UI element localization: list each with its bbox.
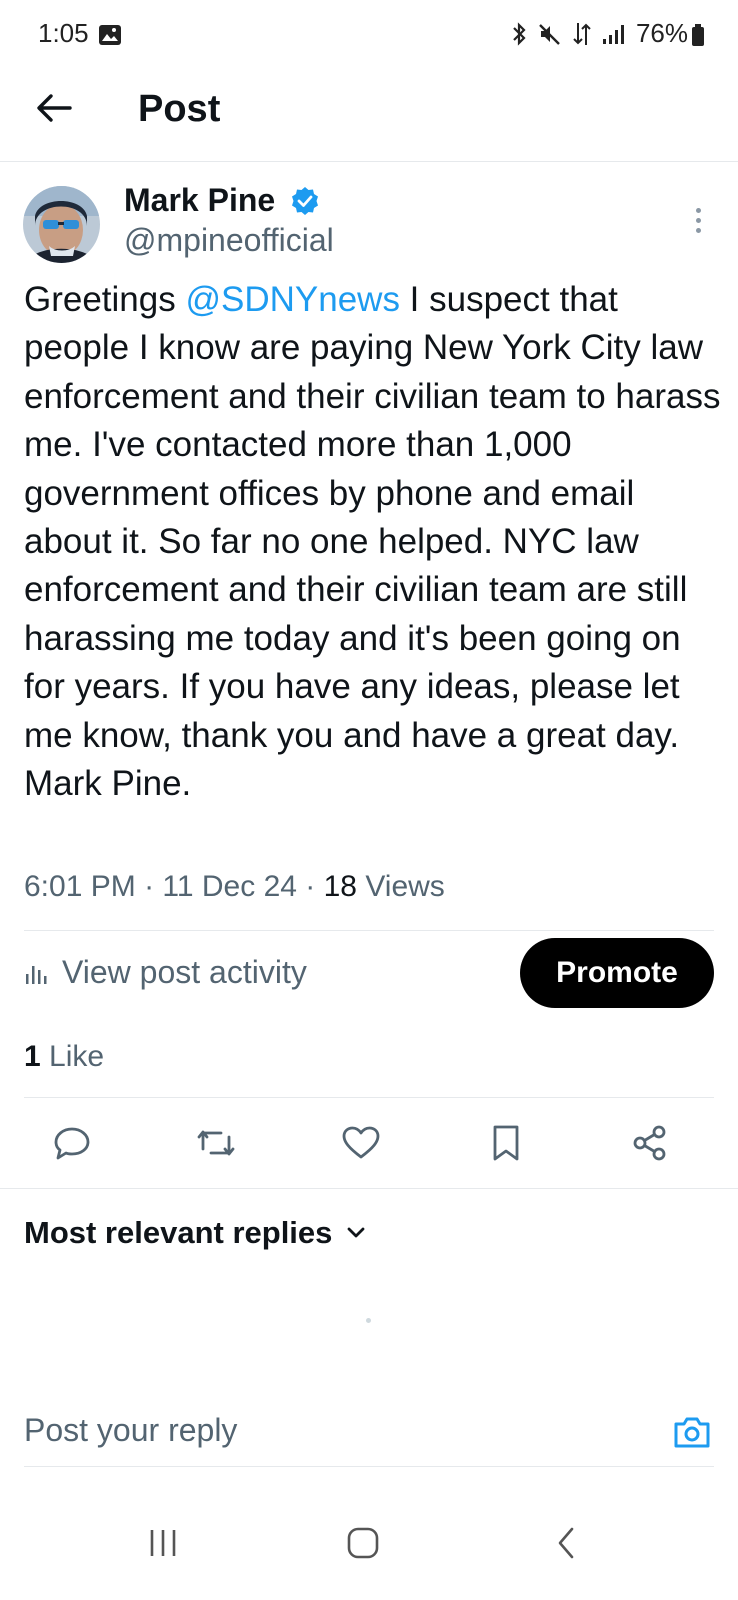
page-title: Post (138, 88, 221, 130)
replies-sort-label: Most relevant replies (24, 1215, 333, 1250)
bookmark-button[interactable] (482, 1119, 530, 1167)
views-count: 18 (323, 870, 357, 903)
bookmark-icon (493, 1125, 519, 1161)
avatar[interactable] (23, 186, 100, 263)
mention-link[interactable]: @SDNYnews (185, 280, 399, 319)
recent-apps-button[interactable] (138, 1518, 188, 1568)
activity-row: View post activity Promote (24, 938, 714, 1008)
views-label: Views (365, 870, 445, 903)
reply-button[interactable] (48, 1119, 96, 1167)
divider (24, 1466, 714, 1467)
back-button[interactable] (34, 88, 74, 128)
chevron-down-icon (348, 1227, 365, 1238)
loading-indicator (366, 1318, 371, 1323)
author-name[interactable]: Mark Pine (124, 182, 275, 219)
home-icon (347, 1527, 379, 1559)
reply-input[interactable] (24, 1412, 624, 1449)
camera-icon (674, 1417, 710, 1448)
verified-badge-icon (290, 186, 320, 216)
more-dots-icon (695, 207, 701, 213)
post-text-start: Greetings (24, 280, 186, 319)
view-post-activity-label: View post activity (62, 954, 307, 990)
bluetooth-icon (510, 21, 528, 46)
like-button[interactable] (337, 1119, 385, 1167)
status-time: 1:05 (38, 18, 89, 48)
likes-label: Like (49, 1040, 105, 1073)
post-text: Greetings @SDNYnews I suspect that peopl… (24, 276, 724, 808)
post-actions (0, 1103, 738, 1183)
likes-row[interactable]: 1 Like (24, 1040, 104, 1074)
author-handle[interactable]: @mpineofficial (124, 222, 334, 259)
signal-icon (602, 23, 626, 45)
promote-button[interactable]: Promote (520, 938, 714, 1008)
likes-count: 1 (24, 1040, 41, 1073)
repost-button[interactable] (192, 1119, 240, 1167)
view-post-activity-link[interactable]: View post activity (24, 954, 307, 991)
system-back-icon (558, 1527, 574, 1559)
divider (0, 1188, 738, 1189)
post-header: Post (0, 70, 738, 162)
back-arrow-icon (37, 94, 72, 122)
repost-icon (197, 1130, 235, 1156)
replies-sort-dropdown[interactable]: Most relevant replies (24, 1215, 366, 1251)
post-time[interactable]: 6:01 PM (24, 870, 136, 903)
mute-icon (538, 22, 562, 46)
post-text-rest: I suspect that people I know are paying … (24, 280, 721, 804)
data-icon (572, 21, 592, 47)
like-icon (342, 1126, 380, 1159)
battery-level: 76% (635, 18, 688, 48)
home-button[interactable] (338, 1518, 388, 1568)
reply-bar (24, 1400, 714, 1470)
post-meta: 6:01 PM · 11 Dec 24 · 18 Views (24, 870, 445, 903)
reply-icon (54, 1127, 90, 1160)
battery-icon (692, 24, 704, 46)
recent-apps-icon (150, 1530, 176, 1556)
system-back-button[interactable] (542, 1518, 592, 1568)
analytics-icon (26, 965, 47, 984)
share-icon (633, 1125, 666, 1161)
status-icons: 76% (510, 18, 688, 49)
divider (24, 1097, 714, 1098)
divider (24, 930, 714, 931)
post-date[interactable]: 11 Dec 24 (162, 870, 297, 903)
camera-button[interactable] (670, 1410, 714, 1454)
system-nav-bar (0, 1496, 738, 1586)
share-button[interactable] (626, 1119, 674, 1167)
more-options-button[interactable] (686, 200, 710, 240)
gallery-icon (98, 24, 122, 46)
status-bar: 1:05 76% (0, 0, 738, 70)
